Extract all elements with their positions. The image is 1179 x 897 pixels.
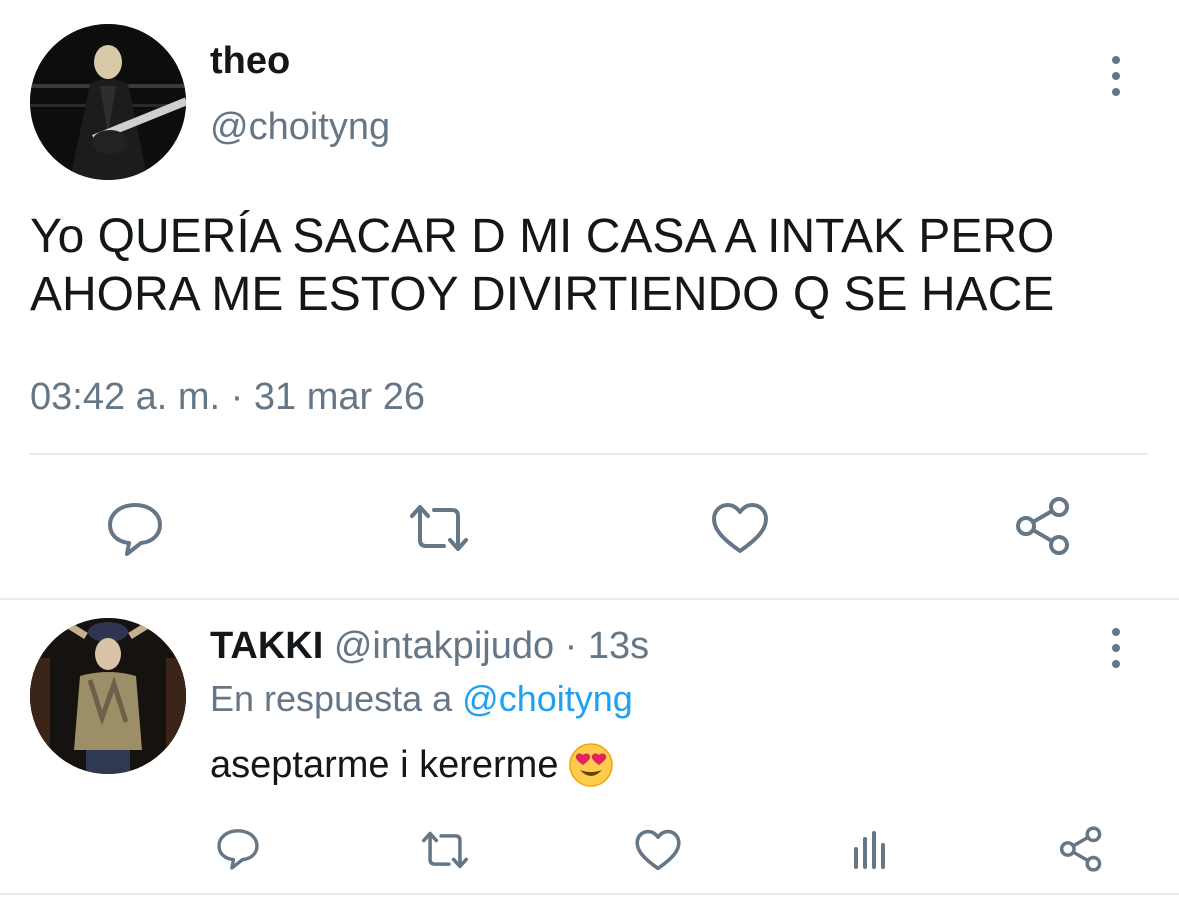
in-reply-to-label: En respuesta a: [210, 678, 453, 719]
analytics-button[interactable]: [848, 826, 892, 872]
share-button[interactable]: [1012, 496, 1074, 556]
in-reply-to: En respuesta a @choityng: [210, 678, 633, 720]
like-icon: [635, 829, 681, 871]
avatar[interactable]: [30, 618, 186, 774]
display-name[interactable]: TAKKI: [210, 625, 323, 667]
tweet-age[interactable]: 13s: [588, 625, 649, 667]
analytics-icon: [854, 831, 885, 869]
share-icon: [1016, 497, 1069, 555]
username-handle[interactable]: @intakpijudo: [334, 625, 554, 667]
divider: [0, 598, 1179, 600]
reply-text: aseptarme i kererme: [210, 742, 614, 788]
avatar-image: [30, 618, 186, 774]
avatar-image: [30, 24, 186, 180]
reply-button[interactable]: [214, 826, 262, 872]
tweet-text: Yo QUERÍA SACAR D MI CASA A INTAK PERO A…: [30, 208, 1054, 324]
tweet-timestamp[interactable]: 03:42 a. m. · 31 mar 26: [30, 376, 425, 419]
more-options-icon[interactable]: [1101, 628, 1131, 668]
reply-icon: [217, 829, 259, 870]
like-button[interactable]: [710, 500, 770, 556]
retweet-button[interactable]: [406, 500, 472, 556]
username-handle[interactable]: @choityng: [210, 106, 390, 149]
divider: [0, 893, 1179, 895]
display-name[interactable]: theo: [210, 40, 290, 83]
reply-button[interactable]: [104, 498, 166, 560]
like-icon: [712, 503, 768, 553]
divider: [30, 453, 1148, 455]
separator: ·: [564, 625, 578, 667]
heart-eyes-emoji-icon: [569, 743, 614, 787]
share-button[interactable]: [1056, 824, 1106, 874]
mention-link[interactable]: @choityng: [462, 678, 633, 719]
avatar[interactable]: [30, 24, 186, 180]
more-options-icon[interactable]: [1101, 56, 1131, 96]
share-icon: [1059, 826, 1102, 872]
reply-text-content: aseptarme i kererme: [210, 743, 559, 786]
reply-icon: [108, 503, 162, 556]
retweet-button[interactable]: [418, 828, 472, 872]
tweet-text-line: Yo QUERÍA SACAR D MI CASA A INTAK PERO: [30, 210, 1055, 263]
reply-header: TAKKI @intakpijudo · 13s: [210, 625, 649, 668]
like-button[interactable]: [634, 828, 682, 872]
retweet-icon: [410, 505, 468, 551]
tweet-text-line: AHORA ME ESTOY DIVIRTIENDO Q SE HACE: [30, 268, 1055, 321]
retweet-icon: [422, 831, 468, 869]
